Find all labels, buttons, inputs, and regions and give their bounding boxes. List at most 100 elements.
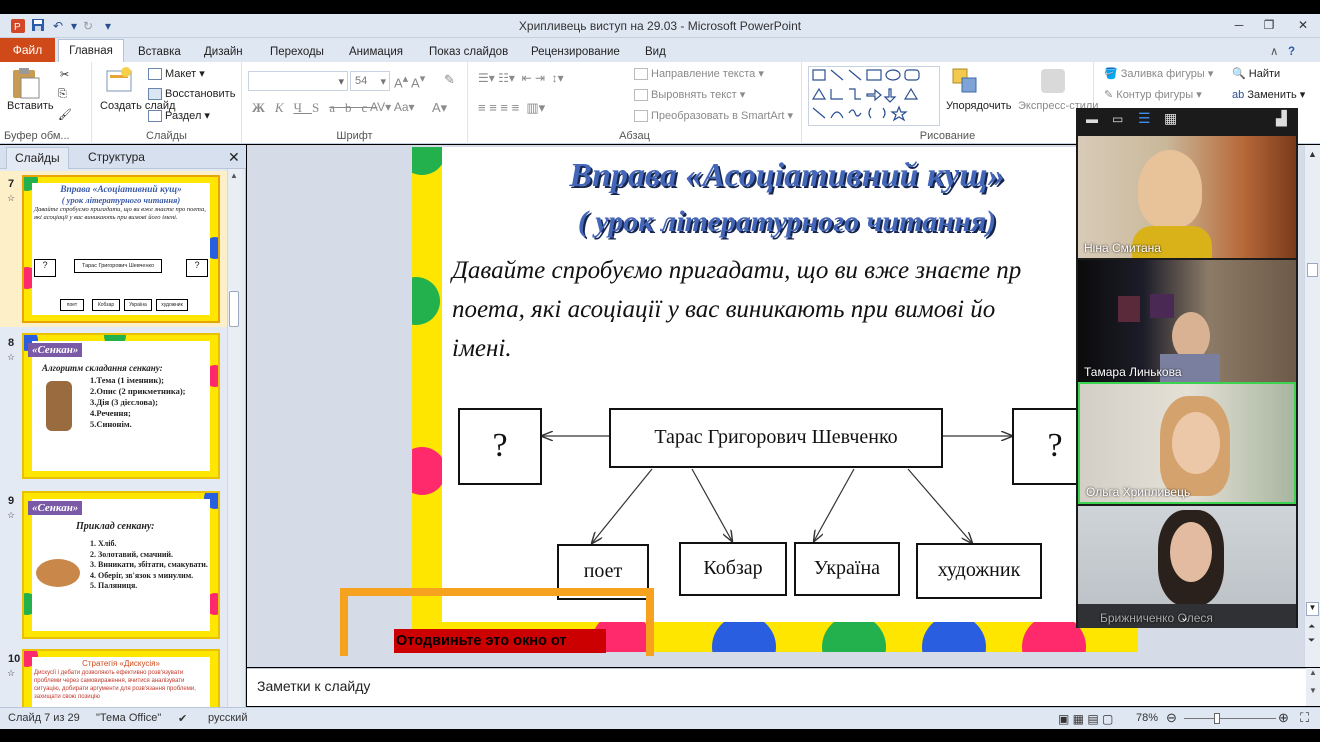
slides-pane-scrollbar[interactable]: ▲ — [227, 169, 241, 707]
tab-review[interactable]: Рецензирование — [527, 42, 624, 62]
slide-thumb-8[interactable]: «Сенкан» Алгоритм складання сенкану: 1.Т… — [22, 333, 220, 479]
view-buttons[interactable]: ▣ ▦ ▤ ▢ — [1058, 712, 1113, 726]
text-direction-button[interactable]: Направление текста ▾ — [634, 67, 764, 81]
strip-view-icon[interactable]: ☰ — [1138, 110, 1151, 127]
help-icon[interactable]: ? — [1284, 42, 1299, 62]
new-slide-icon[interactable] — [104, 66, 134, 99]
speaker-view-icon[interactable]: ▭ — [1112, 112, 1123, 126]
arrange-icon[interactable] — [950, 66, 980, 99]
thumb-heading: Приклад сенкану: — [76, 521, 155, 532]
gallery-view-icon[interactable]: ▦ — [1164, 110, 1177, 127]
spellcheck-icon[interactable]: ✔ — [178, 712, 187, 725]
prev-slide-icon[interactable]: ⏶ — [1308, 621, 1315, 632]
copy-icon[interactable]: ⎘ — [58, 88, 67, 101]
font-style-buttons[interactable]: ЖКЧSabc — [252, 100, 377, 116]
scroll-thumb[interactable] — [229, 291, 239, 327]
close-pane-icon[interactable]: ✕ — [220, 147, 248, 169]
thumb-figure-image — [46, 381, 72, 431]
tab-view[interactable]: Вид — [641, 42, 670, 62]
thumb-bread-image — [36, 559, 80, 587]
minimize-ribbon-icon[interactable]: ∧ — [1266, 42, 1282, 62]
minimize-button[interactable]: ─ — [1228, 17, 1250, 34]
video-tile-1[interactable]: Ніна Смитана — [1078, 136, 1296, 258]
reset-button[interactable]: Восстановить — [148, 88, 235, 101]
tab-home[interactable]: Главная — [58, 39, 124, 62]
list-buttons[interactable]: ☰▾ ☷▾ ⇤ ⇥ ↕▾ — [478, 71, 564, 85]
slide-thumb-10[interactable]: Стратегія «Дискусія» Дискусії і дебати д… — [22, 649, 220, 707]
tab-animation[interactable]: Анимация — [345, 42, 407, 62]
zoom-slider-thumb[interactable] — [1214, 713, 1220, 724]
char-spacing-icon[interactable]: AV▾ Aa▾ — [370, 100, 415, 114]
transition-star-icon: ☆ — [7, 668, 16, 678]
thumb-number: 9 — [8, 495, 15, 507]
tab-slideshow[interactable]: Показ слайдов — [425, 42, 512, 62]
drawing-group: Упорядочить Экспресс-стили Рисование — [802, 62, 1098, 144]
next-slide-icon[interactable]: ⏷ — [1308, 635, 1315, 646]
quick-styles-icon[interactable] — [1038, 66, 1068, 99]
tab-transitions[interactable]: Переходы — [266, 42, 328, 62]
scroll-down-icon[interactable]: ▼ — [1306, 602, 1319, 616]
screen-bottom-edge — [0, 729, 1320, 742]
cut-icon[interactable]: ✂ — [60, 68, 69, 81]
canvas-scrollbar[interactable]: ▲ ▼ ⏶ ⏷ — [1304, 145, 1320, 667]
restore-button[interactable]: ❐ — [1258, 17, 1280, 34]
zoom-out-icon[interactable]: ⊖ — [1166, 710, 1177, 726]
smartart-button[interactable]: Преобразовать в SmartArt ▾ — [634, 109, 793, 123]
tab-slides[interactable]: Слайды — [6, 147, 69, 169]
shapes-gallery[interactable] — [808, 66, 940, 126]
format-painter-icon[interactable]: 🖌 — [58, 108, 72, 121]
ribbon-tabs: Файл Главная Вставка Дизайн Переходы Ани… — [0, 38, 1320, 62]
font-group: ▾ 54 ▾ A▴ A▾ ✎ ЖКЧSabc AV▾ Aa▾ A▾ Шрифт — [242, 62, 468, 144]
diagram-item-kobzar: Кобзар — [679, 542, 787, 596]
font-size-select[interactable]: 54 ▾ — [350, 71, 390, 91]
arrange-button[interactable]: Упорядочить — [946, 100, 1011, 112]
paste-icon[interactable] — [8, 66, 42, 103]
tab-design[interactable]: Дизайн — [200, 42, 247, 62]
slide-thumb-9[interactable]: «Сенкан» Приклад сенкану: 1. Хліб. 2. Зол… — [22, 491, 220, 639]
shape-outline-button[interactable]: ✎ Контур фигуры ▾ — [1104, 88, 1202, 101]
thumb-lines: 1.Тема (1 іменник); 2.Опис (2 прикметника… — [90, 375, 186, 429]
video-tile-2[interactable]: Тамара Линькова — [1078, 260, 1296, 382]
close-button[interactable]: ✕ — [1292, 17, 1314, 34]
transition-star-icon: ☆ — [7, 193, 16, 203]
thumb-heading: Стратегія «Дискусія» — [82, 659, 160, 668]
zoom-slider[interactable] — [1184, 718, 1276, 719]
find-button[interactable]: 🔍 Найти — [1232, 67, 1280, 80]
tab-file[interactable]: Файл — [0, 38, 55, 62]
diagram-q-left: ? — [458, 408, 542, 485]
notes-scrollbar[interactable]: ▲ ▼ — [1306, 668, 1320, 706]
current-slide[interactable]: Вправа «Асоціативний кущ» ( урок літерат… — [412, 147, 1138, 652]
tab-outline[interactable]: Структура — [80, 147, 153, 169]
diagram-center-box: Тарас Григорович Шевченко — [609, 408, 943, 468]
zoom-level[interactable]: 78% — [1136, 712, 1158, 724]
font-color-icon[interactable]: A▾ — [432, 100, 447, 116]
shape-fill-button[interactable]: 🪣 Заливка фигуры ▾ — [1104, 67, 1213, 80]
video-tile-4[interactable]: Брижниченко Олеся ⌄ — [1078, 506, 1296, 628]
font-family-select[interactable]: ▾ — [248, 71, 348, 91]
notes-pane[interactable]: Заметки к слайду — [247, 668, 1307, 706]
section-button[interactable]: Раздел ▾ — [148, 109, 210, 123]
status-theme[interactable]: "Тема Office" — [96, 712, 161, 724]
fit-slide-icon[interactable]: ⛶ — [1300, 710, 1309, 726]
zoom-in-icon[interactable]: ⊕ — [1278, 710, 1289, 726]
minimize-video-icon[interactable]: ▬ — [1086, 112, 1098, 126]
transition-star-icon: ☆ — [7, 510, 16, 520]
thumb-subtitle: ( урок літературного читання) — [61, 195, 181, 205]
video-tile-3-active[interactable]: Ольга Хрипливець — [1078, 382, 1296, 504]
tab-insert[interactable]: Вставка — [134, 42, 185, 62]
slide-thumb-7[interactable]: Вправа «Асоціативний кущ» ( урок літерат… — [22, 175, 220, 323]
paste-button[interactable]: Вставить — [7, 100, 54, 112]
exit-fullscreen-icon[interactable]: ▟ — [1276, 110, 1287, 127]
layout-button[interactable]: Макет ▾ — [148, 67, 205, 81]
paragraph-group-label: Абзац — [619, 130, 650, 142]
share-warning-text: Отодвиньте это окно от — [396, 633, 567, 649]
replace-button[interactable]: ab Заменить ▾ — [1232, 88, 1305, 101]
thumb-number: 7 — [8, 178, 15, 190]
align-text-button[interactable]: Выровнять текст ▾ — [634, 88, 745, 102]
chevron-down-icon[interactable]: ⌄ — [1180, 611, 1189, 624]
grow-font-icon[interactable]: A▴ A▾ — [394, 72, 425, 90]
clear-format-icon[interactable]: ✎ — [444, 72, 455, 88]
status-language[interactable]: русский — [208, 712, 247, 724]
align-buttons[interactable]: ≡ ≡ ≡ ≡ ▥▾ — [478, 100, 545, 116]
canvas-scroll-thumb[interactable] — [1307, 263, 1318, 277]
